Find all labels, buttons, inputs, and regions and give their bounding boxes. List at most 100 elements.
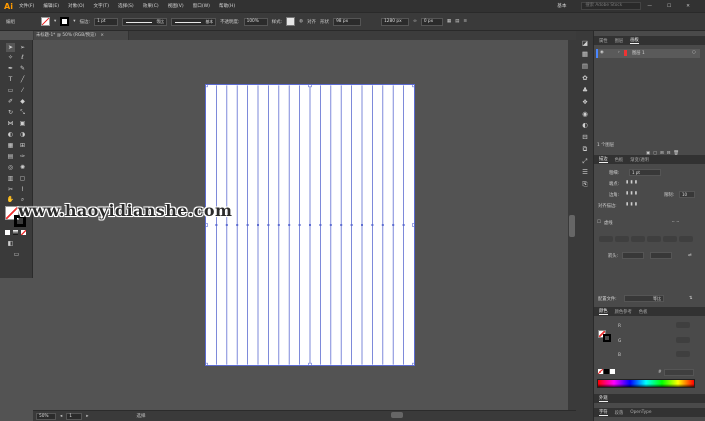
tab-properties[interactable]: 属性 <box>599 38 608 44</box>
selection-tool-icon[interactable]: ➤ <box>6 43 15 52</box>
arrowhead-end-dropdown[interactable] <box>650 252 672 259</box>
tab-gradient-transparency[interactable]: 渐变/透明 <box>630 157 649 163</box>
appearance-icon[interactable]: ◉ <box>580 110 590 119</box>
rectangle-tool-icon[interactable]: ▭ <box>6 86 15 95</box>
menu-type[interactable]: 文字(T) <box>93 3 109 9</box>
eyedropper-tool-icon[interactable]: ✑ <box>18 152 27 161</box>
menu-effect[interactable]: 效果(C) <box>143 3 159 9</box>
none-swatch[interactable] <box>598 369 603 374</box>
menu-edit[interactable]: 编辑(E) <box>43 3 59 9</box>
stroke-weight-field[interactable]: 1 pt <box>94 17 119 26</box>
pen-tool-icon[interactable]: ✒ <box>6 64 15 73</box>
eraser-tool-icon[interactable]: ◆ <box>18 97 27 106</box>
black-swatch[interactable] <box>604 369 609 374</box>
bounding-box-handle[interactable] <box>412 223 415 227</box>
layer-name[interactable]: 图层 1 <box>632 50 645 56</box>
link-icon[interactable]: ∞ <box>413 19 417 24</box>
anchor-point[interactable] <box>298 224 301 226</box>
scale-tool-icon[interactable]: ⤡ <box>18 108 27 117</box>
white-swatch[interactable] <box>610 369 615 374</box>
anchor-point[interactable] <box>340 224 343 226</box>
maximize-button[interactable]: ☐ <box>667 4 671 9</box>
links-icon[interactable]: ⎘ <box>580 180 590 189</box>
arrange-icon[interactable]: ▤ <box>455 19 459 24</box>
anchor-point[interactable] <box>215 224 218 226</box>
hex-input[interactable] <box>664 369 694 376</box>
scissors-tool-icon[interactable]: ⌇ <box>18 185 27 194</box>
document-tab[interactable]: 未标题-1* @ 50% (RGB/预览) × <box>34 31 129 40</box>
anchor-point[interactable] <box>257 224 259 226</box>
color-stroke-swatch[interactable] <box>603 334 611 342</box>
stroke-swatch[interactable] <box>60 17 70 26</box>
anchor-point[interactable] <box>236 224 239 226</box>
swatches-icon[interactable]: ▤ <box>580 62 590 71</box>
rotate-tool-icon[interactable]: ↻ <box>6 108 15 117</box>
align-icon[interactable]: ⊟ <box>580 133 590 142</box>
channel-b-value[interactable] <box>676 351 690 357</box>
layer-target-icon[interactable]: ○ <box>692 50 696 55</box>
tab-appearance[interactable]: 外观 <box>599 395 608 402</box>
tab-paragraph[interactable]: 段落 <box>615 410 624 416</box>
tab-swatches[interactable]: 色板 <box>615 157 624 163</box>
transparency-icon[interactable]: ◐ <box>580 121 590 130</box>
tab-color-guide[interactable]: 颜色参考 <box>615 309 632 315</box>
width-field[interactable]: 1280 px <box>381 17 410 26</box>
free-transform-icon[interactable]: ▣ <box>18 119 27 128</box>
graph-tool-icon[interactable]: ▥ <box>6 174 15 183</box>
opacity-field[interactable]: 100% <box>243 17 268 26</box>
color-mode-icon[interactable] <box>5 230 10 235</box>
anchor-point[interactable] <box>246 224 249 226</box>
perspective-grid-icon[interactable]: ▦ <box>6 141 15 150</box>
dashed-checkbox[interactable]: ☐ <box>597 220 601 225</box>
anchor-point[interactable] <box>361 224 363 226</box>
artboard[interactable] <box>205 84 415 366</box>
workspace-switcher[interactable]: 基本 <box>557 3 566 9</box>
anchor-point[interactable] <box>277 224 280 226</box>
color-guide-icon[interactable]: ▦ <box>580 50 590 59</box>
close-tab-icon[interactable]: × <box>100 33 104 38</box>
tab-stroke[interactable]: 描边 <box>599 156 608 163</box>
pathfinder-icon[interactable]: ⧉ <box>580 145 590 154</box>
slice-tool-icon[interactable]: ✂ <box>6 185 15 194</box>
magic-wand-icon[interactable]: ✧ <box>6 53 15 62</box>
symbols-icon[interactable]: ♣ <box>580 86 590 95</box>
none-mode-icon[interactable] <box>21 230 26 235</box>
vertical-scroll-thumb[interactable] <box>569 215 575 237</box>
menu-object[interactable]: 对象(O) <box>68 3 84 9</box>
shape-button[interactable]: 形状 <box>320 19 329 25</box>
line-tool-icon[interactable]: ╱ <box>18 75 27 84</box>
anchor-point[interactable] <box>309 224 311 226</box>
anchor-point[interactable] <box>329 224 332 226</box>
shaper-tool-icon[interactable]: ✐ <box>6 97 15 106</box>
fill-swatch[interactable] <box>41 17 50 26</box>
menu-file[interactable]: 文件(F) <box>19 3 34 9</box>
width-tool-icon[interactable]: ⋈ <box>6 119 15 128</box>
profile-dropdown[interactable]: 等比 <box>624 295 664 302</box>
channel-r-value[interactable] <box>676 322 690 328</box>
anchor-point[interactable] <box>350 224 353 226</box>
color-spectrum[interactable] <box>597 379 695 388</box>
more-options-icon[interactable]: ≡ <box>463 19 467 24</box>
anchor-point[interactable] <box>392 224 395 226</box>
flip-profile-icon[interactable]: ⇅ <box>689 296 693 301</box>
anchor-point[interactable] <box>319 224 322 226</box>
arrowhead-start-dropdown[interactable] <box>622 252 644 259</box>
gradient-mode-icon[interactable] <box>13 230 18 235</box>
blend-tool-icon[interactable]: ◎ <box>6 163 15 172</box>
horizontal-scroll-thumb[interactable] <box>391 412 403 418</box>
graphic-styles-icon[interactable]: ❖ <box>580 98 590 107</box>
layers-icon[interactable]: ☰ <box>580 168 590 177</box>
limit-input[interactable]: 10 <box>679 191 695 198</box>
shape-builder-icon[interactable]: ◐ <box>6 130 15 139</box>
stroke-profile-dropdown[interactable]: 等比 <box>122 17 168 26</box>
bounding-box-handle[interactable] <box>308 362 312 366</box>
brushes-icon[interactable]: ✿ <box>580 74 590 83</box>
menu-window[interactable]: 窗口(W) <box>193 3 210 9</box>
stock-search-input[interactable]: 搜索 Adobe Stock <box>581 2 642 10</box>
minimize-button[interactable]: — <box>647 4 652 9</box>
close-window-button[interactable]: ✕ <box>686 4 690 9</box>
draw-mode-icon[interactable]: ◧ <box>6 239 15 248</box>
bounding-box-handle[interactable] <box>412 84 415 88</box>
lasso-icon[interactable]: ℓ <box>18 53 27 62</box>
align-stroke-buttons[interactable]: ▮▮▮ <box>626 202 639 207</box>
